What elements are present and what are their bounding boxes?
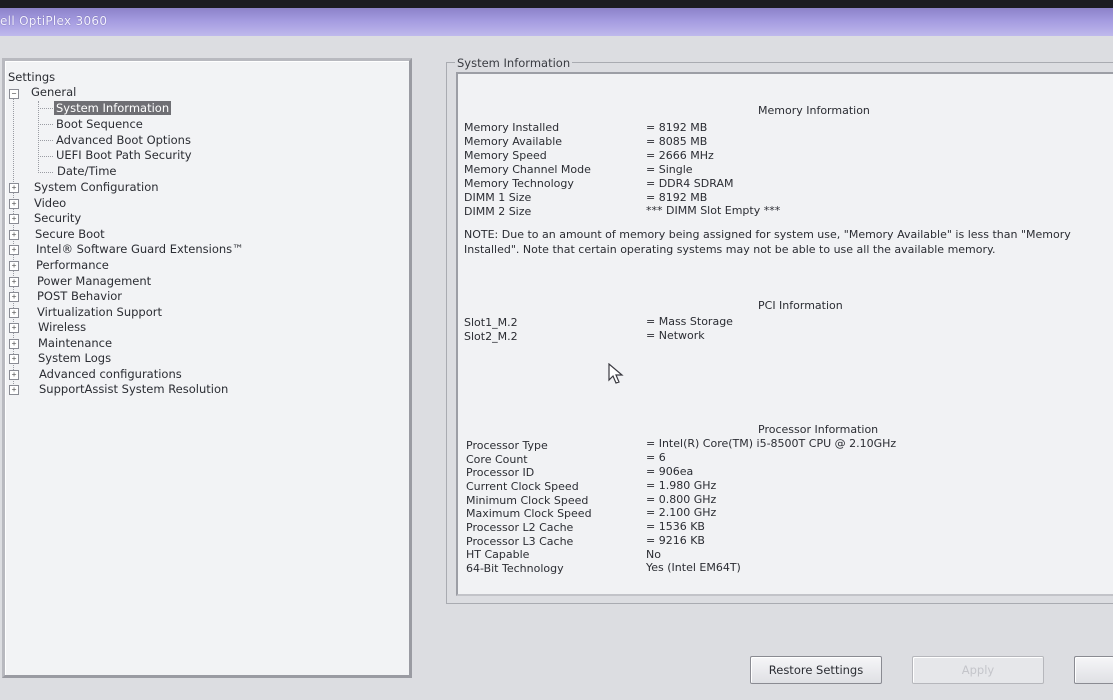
tree-connector <box>38 108 53 109</box>
expand-icon[interactable]: + <box>9 339 19 349</box>
tree-item-supportassist[interactable]: SupportAssist System Resolution <box>39 382 228 397</box>
expand-icon[interactable]: + <box>9 277 19 287</box>
tree-item-label: System Information <box>54 101 172 115</box>
processor-value: = 2.100 GHz <box>646 506 717 519</box>
tree-item-video[interactable]: Video <box>34 196 66 211</box>
processor-value: Yes (Intel EM64T) <box>646 561 741 574</box>
pci-information-title: PCI Information <box>758 299 843 312</box>
memory-value: = Single <box>646 163 693 176</box>
tree-connector <box>38 172 53 173</box>
tree-root-settings: Settings <box>8 70 56 84</box>
tree-item-security[interactable]: Security <box>34 211 81 226</box>
tree-item-virtualization-support[interactable]: Virtualization Support <box>37 305 162 320</box>
memory-value: = 2666 MHz <box>646 149 714 162</box>
pci-value: = Network <box>646 329 705 342</box>
pci-value: = Mass Storage <box>646 315 733 328</box>
expand-icon[interactable]: + <box>9 214 19 224</box>
tree-item-system-logs[interactable]: System Logs <box>38 351 111 366</box>
expand-icon[interactable]: + <box>9 199 19 209</box>
tree-item-performance[interactable]: Performance <box>36 258 109 273</box>
tree-connector <box>38 140 53 141</box>
memory-label: Memory Channel Mode <box>464 163 591 176</box>
processor-label: Processor Type <box>466 439 548 452</box>
memory-note: NOTE: Due to an amount of memory being a… <box>464 228 1071 256</box>
settings-tree[interactable]: Settings − General System Information Bo… <box>2 58 412 678</box>
processor-value: No <box>646 548 661 561</box>
exit-button[interactable] <box>1074 656 1113 684</box>
memory-value: *** DIMM Slot Empty *** <box>646 204 781 217</box>
processor-value: = 1536 KB <box>646 520 705 533</box>
group-title: System Information <box>455 56 573 70</box>
processor-label: Processor ID <box>466 466 535 479</box>
processor-label: 64-Bit Technology <box>466 562 564 575</box>
expand-icon[interactable]: + <box>9 183 19 193</box>
tree-item-intel-sgx[interactable]: Intel® Software Guard Extensions™ <box>36 242 244 257</box>
top-border <box>0 0 1113 8</box>
processor-label: Processor L2 Cache <box>466 521 574 534</box>
processor-value: = 0.800 GHz <box>646 493 717 506</box>
title-bar: ell OptiPlex 3060 <box>0 8 1113 36</box>
tree-connector <box>38 156 53 157</box>
expand-icon[interactable]: + <box>9 245 19 255</box>
tree-item-maintenance[interactable]: Maintenance <box>38 336 112 351</box>
processor-label: HT Capable <box>466 548 530 561</box>
memory-label: Memory Installed <box>464 121 560 134</box>
memory-label: Memory Technology <box>464 177 574 190</box>
memory-value: = 8192 MB <box>646 121 708 134</box>
tree-item-boot-sequence[interactable]: Boot Sequence <box>56 117 143 132</box>
tree-connector <box>38 101 39 173</box>
mouse-pointer-icon <box>608 363 624 384</box>
processor-value: = 6 <box>646 451 666 464</box>
memory-value: = 8192 MB <box>646 191 708 204</box>
processor-information-title: Processor Information <box>758 423 879 436</box>
window-title: ell OptiPlex 3060 <box>0 14 108 28</box>
tree-item-system-information[interactable]: System Information <box>54 101 172 116</box>
processor-label: Current Clock Speed <box>466 480 579 493</box>
processor-value: = 9216 KB <box>646 534 705 547</box>
processor-label: Processor L3 Cache <box>466 535 574 548</box>
expand-icon[interactable]: + <box>9 230 19 240</box>
tree-item-system-configuration[interactable]: System Configuration <box>34 180 159 195</box>
tree-item-power-management[interactable]: Power Management <box>37 274 151 289</box>
tree-item-post-behavior[interactable]: POST Behavior <box>37 289 122 304</box>
memory-label: Memory Speed <box>464 149 547 162</box>
processor-label: Core Count <box>466 453 528 466</box>
tree-connector <box>38 124 53 125</box>
processor-label: Maximum Clock Speed <box>466 507 592 520</box>
memory-label: DIMM 1 Size <box>464 191 532 204</box>
pci-label: Slot2_M.2 <box>464 330 518 343</box>
memory-value: = DDR4 SDRAM <box>646 177 734 190</box>
tree-item-date-time[interactable]: Date/Time <box>57 164 117 179</box>
memory-information-title: Memory Information <box>758 104 870 117</box>
memory-label: DIMM 2 Size <box>464 205 532 218</box>
expand-icon[interactable]: + <box>9 323 19 333</box>
tree-item-wireless[interactable]: Wireless <box>38 320 86 335</box>
expand-icon[interactable]: + <box>9 261 19 271</box>
processor-value: = 906ea <box>646 465 694 478</box>
memory-value: = 8085 MB <box>646 135 708 148</box>
tree-item-secure-boot[interactable]: Secure Boot <box>35 227 105 242</box>
processor-value: = 1.980 GHz <box>646 479 717 492</box>
expand-icon[interactable]: + <box>9 385 19 395</box>
apply-button[interactable]: Apply <box>912 656 1044 684</box>
pci-label: Slot1_M.2 <box>464 316 518 329</box>
memory-label: Memory Available <box>464 135 563 148</box>
processor-label: Minimum Clock Speed <box>466 494 589 507</box>
expand-icon[interactable]: + <box>9 292 19 302</box>
collapse-general-icon[interactable]: − <box>9 89 19 99</box>
tree-item-general[interactable]: General <box>31 85 76 100</box>
expand-icon[interactable]: + <box>9 370 19 380</box>
tree-item-uefi-boot-path-security[interactable]: UEFI Boot Path Security <box>56 148 192 163</box>
processor-value: = Intel(R) Core(TM) i5-8500T CPU @ 2.10G… <box>646 437 897 450</box>
tree-item-advanced-configurations[interactable]: Advanced configurations <box>39 367 182 382</box>
tree-item-advanced-boot-options[interactable]: Advanced Boot Options <box>56 133 191 148</box>
expand-icon[interactable]: + <box>9 308 19 318</box>
expand-icon[interactable]: + <box>9 354 19 364</box>
restore-settings-button[interactable]: Restore Settings <box>750 656 882 684</box>
system-information-panel[interactable]: Memory Information Memory Installed = 81… <box>456 72 1113 596</box>
